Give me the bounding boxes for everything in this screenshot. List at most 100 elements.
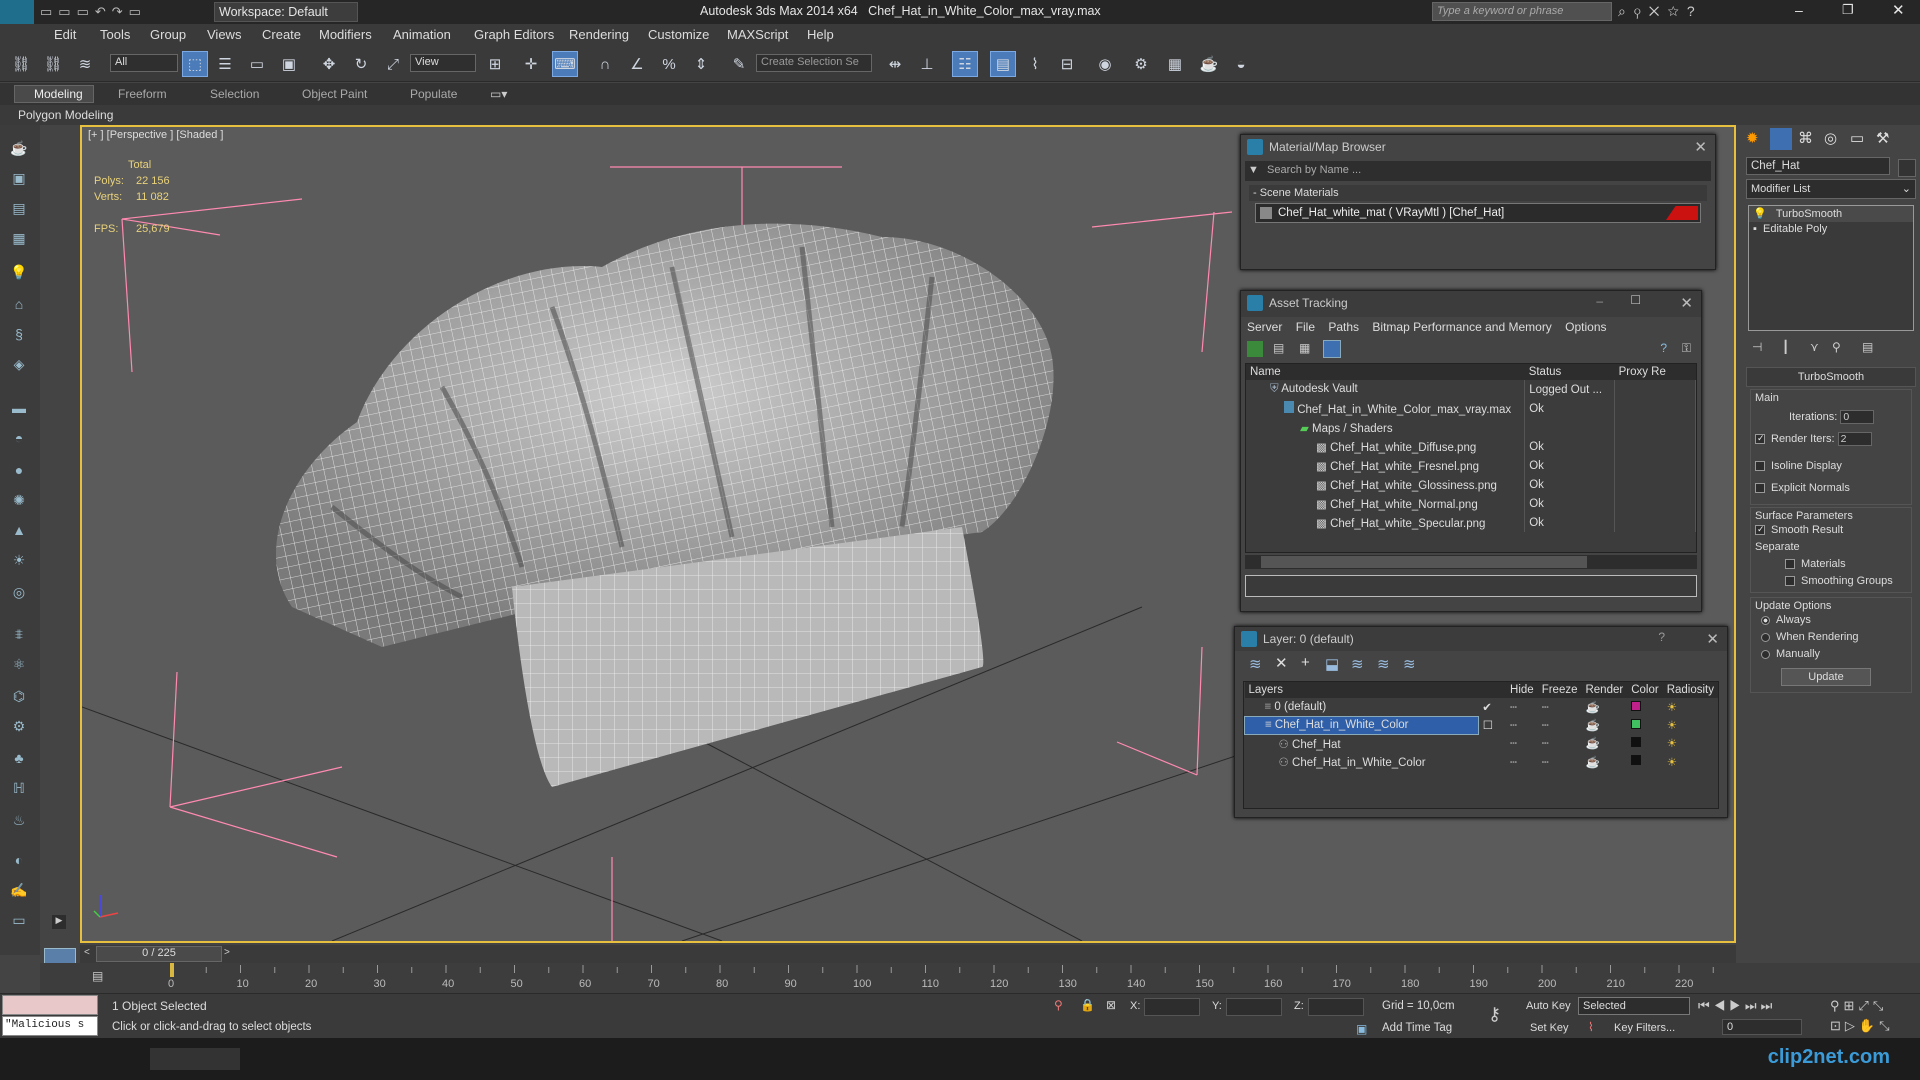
col-freeze[interactable]: Freeze: [1538, 682, 1582, 698]
table-row[interactable]: ▩ Chef_Hat_white_Normal.png Ok: [1246, 494, 1696, 513]
playback-controls-icons[interactable]: ⏮◀▶⏭⏭: [1698, 998, 1776, 1014]
table-row[interactable]: ▰ Maps / Shaders: [1246, 418, 1696, 437]
delete-layer-icon[interactable]: ✕: [1275, 654, 1288, 672]
current-frame-field[interactable]: 0: [1722, 1019, 1802, 1035]
scene-materials-group[interactable]: - Scene Materials: [1249, 185, 1707, 201]
asset-menu-file[interactable]: File: [1296, 320, 1315, 334]
taskbar-item[interactable]: [150, 1048, 240, 1070]
select-object-icon[interactable]: ⬚: [182, 51, 208, 77]
freeze-toggle[interactable]: ┅: [1538, 753, 1582, 771]
unlink-icon[interactable]: ⛓: [40, 51, 66, 77]
sun-icon[interactable]: ☀: [8, 549, 30, 571]
rotate-icon[interactable]: ↻: [348, 51, 374, 77]
hide-toggle[interactable]: ┅: [1506, 698, 1538, 716]
object-name-field[interactable]: Chef_Hat: [1746, 157, 1890, 175]
col-render[interactable]: Render: [1581, 682, 1627, 698]
scale-icon[interactable]: ⤢: [380, 51, 406, 77]
asset-horizontal-scrollbar[interactable]: [1245, 555, 1697, 569]
asset-menu-bitmap[interactable]: Bitmap Performance and Memory: [1372, 320, 1551, 334]
keyboard-shortcut-icon[interactable]: ⌨: [552, 51, 578, 77]
viewport-icon[interactable]: ▣: [8, 167, 30, 189]
dummy-icon[interactable]: ◈: [8, 353, 30, 375]
add-time-tag[interactable]: Add Time Tag: [1382, 1022, 1452, 1034]
render-setup-icon[interactable]: ⚙: [1128, 51, 1154, 77]
table-row[interactable]: ⛨ Autodesk Vault Logged Out ...: [1246, 380, 1696, 399]
close-icon[interactable]: ✕: [1694, 138, 1707, 156]
grid-view-icon[interactable]: [1323, 340, 1341, 358]
update-button[interactable]: Update: [1781, 668, 1871, 686]
time-slider-thumb[interactable]: 0 / 225: [96, 946, 222, 962]
freeze-all-icon[interactable]: ≋: [1403, 655, 1416, 673]
new-layer-icon[interactable]: ≋: [1249, 655, 1262, 673]
asset-menu-options[interactable]: Options: [1565, 320, 1606, 334]
pin-stack-icon[interactable]: ⊣: [1752, 340, 1762, 354]
hide-all-icon[interactable]: ≋: [1377, 655, 1390, 673]
table-row[interactable]: Chef_Hat_in_White_Color_max_vray.max Ok: [1246, 399, 1696, 418]
align-icon[interactable]: ⊥: [914, 51, 940, 77]
remove-modifier-icon[interactable]: ⚲: [1832, 340, 1841, 354]
mirror-icon[interactable]: ⇹: [882, 51, 908, 77]
y-coord-field[interactable]: [1226, 998, 1282, 1016]
menu-edit[interactable]: Edit: [54, 27, 76, 42]
time-slider[interactable]: < 0 / 225 >: [80, 945, 1736, 963]
materials-checkbox[interactable]: [1785, 559, 1795, 570]
bind-spacewarp-icon[interactable]: ≋: [72, 51, 98, 77]
workspace-dropdown[interactable]: Workspace: Default: [214, 2, 358, 22]
display-tab-icon[interactable]: ▭: [1850, 129, 1864, 147]
auto-key-button[interactable]: Auto Key: [1526, 1000, 1571, 1012]
col-hide[interactable]: Hide: [1506, 682, 1538, 698]
refresh-icon[interactable]: [1247, 341, 1263, 357]
sphere-icon[interactable]: ●: [8, 459, 30, 481]
tab-selection[interactable]: Selection: [210, 87, 259, 101]
panel-icon[interactable]: ▤: [8, 197, 30, 219]
col-status[interactable]: Status: [1525, 364, 1615, 380]
show-end-result-icon[interactable]: ┃: [1782, 340, 1789, 354]
window-crossing-icon[interactable]: ▣: [276, 51, 302, 77]
render-teapot-icon[interactable]: ☕: [1581, 753, 1627, 771]
vault-icon[interactable]: ⚿: [1682, 341, 1691, 356]
table-icon[interactable]: ▦: [1299, 341, 1310, 355]
menu-modifiers[interactable]: Modifiers: [319, 27, 372, 42]
menu-maxscript[interactable]: MAXScript: [727, 27, 788, 42]
render-iters-spinner[interactable]: 2: [1837, 432, 1872, 446]
curve-editor-icon[interactable]: ⌇: [1022, 51, 1048, 77]
object-color-swatch[interactable]: [1898, 159, 1916, 177]
x-coord-field[interactable]: [1144, 998, 1200, 1016]
layer-row[interactable]: ⚇ Chef_Hat ┅ ┅ ☕ ☀: [1245, 734, 1719, 753]
viewport-label[interactable]: [+ ] [Perspective ] [Shaded ]: [88, 129, 223, 141]
menu-graph-editors[interactable]: Graph Editors: [474, 27, 554, 42]
layer-color-swatch[interactable]: [1631, 736, 1642, 747]
table-row[interactable]: ▩ Chef_Hat_white_Diffuse.png Ok: [1246, 437, 1696, 456]
material-browser-titlebar[interactable]: Material/Map Browser ✕: [1241, 135, 1715, 159]
maxscript-listener-input[interactable]: "Malicious s: [2, 1016, 98, 1036]
lightbulb-icon[interactable]: 💡: [1753, 208, 1767, 220]
light-bulb-icon[interactable]: 💡: [8, 261, 30, 283]
render-production-icon[interactable]: ☕: [1196, 51, 1222, 77]
stack-item-turbosmooth[interactable]: 💡 TurboSmooth: [1749, 206, 1913, 222]
cone-icon[interactable]: ▲: [8, 519, 30, 541]
app-logo-icon[interactable]: [0, 0, 34, 24]
time-next-icon[interactable]: >: [224, 947, 230, 958]
track-bar-icon[interactable]: ▤: [92, 969, 103, 983]
col-radiosity[interactable]: Radiosity: [1663, 682, 1718, 698]
set-key-button[interactable]: Set Key: [1530, 1022, 1569, 1034]
snaps-toggle-icon[interactable]: ∩: [592, 51, 618, 77]
box-icon[interactable]: ▬: [8, 397, 30, 419]
key-filters-button[interactable]: Key Filters...: [1614, 1022, 1675, 1034]
menu-create[interactable]: Create: [262, 27, 301, 42]
key-icon[interactable]: ⚷: [1488, 1004, 1501, 1025]
ref-coord-dropdown[interactable]: View: [410, 54, 476, 72]
freeze-toggle[interactable]: ┅: [1538, 698, 1582, 716]
render-icon[interactable]: ▭: [8, 909, 30, 931]
asset-menu-server[interactable]: Server: [1247, 320, 1282, 334]
tab-modeling[interactable]: Modeling: [34, 87, 83, 101]
col-proxy[interactable]: Proxy Re: [1615, 364, 1696, 380]
tab-object-paint[interactable]: Object Paint: [302, 87, 367, 101]
table-row[interactable]: ▩ Chef_Hat_white_Specular.png Ok: [1246, 513, 1696, 532]
modify-tab-icon[interactable]: [1770, 128, 1792, 150]
table-row[interactable]: ▩ Chef_Hat_white_Fresnel.png Ok: [1246, 456, 1696, 475]
list-icon[interactable]: ▤: [1273, 341, 1284, 355]
material-search-input[interactable]: ▼ Search by Name ...: [1245, 161, 1711, 181]
target-icon[interactable]: ◎: [8, 581, 30, 603]
viewport-nav-icons-2[interactable]: ⊡▷✋⤡: [1830, 1018, 1893, 1034]
